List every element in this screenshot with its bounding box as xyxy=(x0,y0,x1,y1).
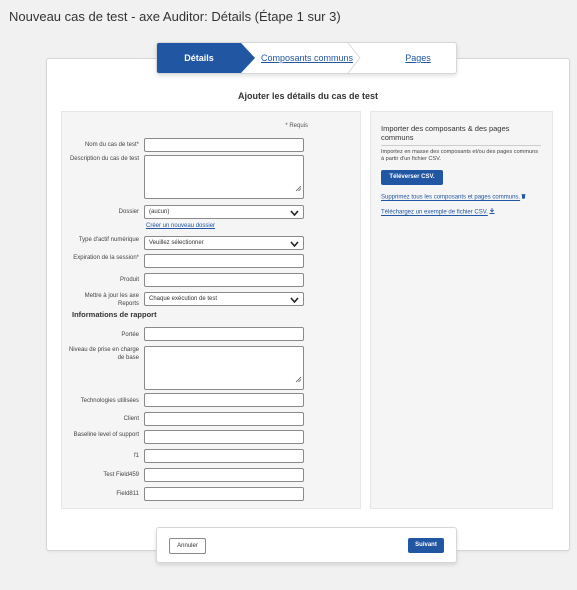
description-label: Description du cas de test xyxy=(69,156,139,162)
base-support-textarea[interactable] xyxy=(144,346,304,390)
download-sample-link-label: Téléchargez un exemple de fichier CSV. xyxy=(381,209,488,216)
product-label: Produit xyxy=(119,277,139,283)
technologies-input[interactable] xyxy=(144,393,304,407)
session-expiry-input[interactable] xyxy=(144,254,304,268)
baseline-label: Baseline level of support xyxy=(73,432,139,438)
folder-label: Dossier xyxy=(118,209,139,215)
description-textarea[interactable] xyxy=(144,155,304,199)
chevron-down-icon xyxy=(290,240,299,252)
import-title: Importer des composants & des pages comm… xyxy=(381,124,541,146)
resize-grip-icon[interactable] xyxy=(295,179,302,197)
next-button[interactable]: Suivant xyxy=(408,538,444,553)
delete-all-link[interactable]: Supprimez tous les composants et pages c… xyxy=(381,193,526,201)
technologies-label: Technologies utilisées xyxy=(80,398,139,404)
f1-input[interactable] xyxy=(144,449,304,463)
download-icon xyxy=(489,208,495,216)
scope-label: Portée xyxy=(121,332,139,338)
field811-label: Field811 xyxy=(116,491,139,497)
name-label: Nom du cas de test* xyxy=(84,142,139,148)
step-pages[interactable]: Pages xyxy=(387,43,449,73)
step-details[interactable]: Détails xyxy=(157,43,255,73)
step-common-components[interactable]: Composants communs xyxy=(255,43,359,73)
asset-type-select-value: Veuillez sélectionner xyxy=(149,240,204,246)
details-form-panel: * Requis Nom du cas de test* Description… xyxy=(61,111,361,509)
client-input[interactable] xyxy=(144,412,304,426)
upload-csv-button[interactable]: Téléverser CSV. xyxy=(381,170,443,185)
asset-type-label: Type d'actif numérique xyxy=(78,237,139,243)
chevron-down-icon xyxy=(290,296,299,308)
chevron-down-icon xyxy=(290,209,299,221)
test-case-name-input[interactable] xyxy=(144,138,304,152)
trash-icon xyxy=(521,193,526,201)
report-section-title: Informations de rapport xyxy=(72,310,157,319)
wizard-stepper: Détails Composants communs Pages xyxy=(156,42,457,74)
asset-type-select[interactable]: Veuillez sélectionner xyxy=(144,236,304,250)
reports-update-select[interactable]: Chaque exécution de test xyxy=(144,292,304,306)
baseline-input[interactable] xyxy=(144,430,304,444)
test-field459-input[interactable] xyxy=(144,468,304,482)
required-note: * Requis xyxy=(285,123,308,129)
f1-label: f1 xyxy=(133,453,139,459)
test-field459-label: Test Field459 xyxy=(103,472,139,478)
client-label: Client xyxy=(123,416,139,422)
scope-input[interactable] xyxy=(144,327,304,341)
form-heading: Ajouter les détails du cas de test xyxy=(237,91,379,101)
import-description: Importez en masse des composants et/ou d… xyxy=(381,149,539,162)
page-title: Nouveau cas de test - axe Auditor: Détai… xyxy=(9,9,341,24)
session-expiry-label: Expiration de la session* xyxy=(73,255,139,261)
base-support-label: Niveau de prise en charge de base xyxy=(68,347,139,361)
create-folder-link[interactable]: Créer un nouveau dossier xyxy=(146,223,215,229)
folder-select[interactable]: (aucun) xyxy=(144,205,304,219)
field811-input[interactable] xyxy=(144,487,304,501)
download-sample-link[interactable]: Téléchargez un exemple de fichier CSV. xyxy=(381,208,495,216)
resize-grip-icon[interactable] xyxy=(295,370,302,388)
wizard-footer: Annuler Suivant xyxy=(156,527,457,563)
folder-select-value: (aucun) xyxy=(149,209,170,215)
reports-update-label: Mettre à jour les axe Reports xyxy=(84,293,139,307)
import-panel: Importer des composants & des pages comm… xyxy=(370,111,553,509)
product-input[interactable] xyxy=(144,273,304,287)
reports-update-select-value: Chaque exécution de test xyxy=(149,296,218,302)
cancel-button[interactable]: Annuler xyxy=(169,538,206,554)
delete-all-link-label: Supprimez tous les composants et pages c… xyxy=(381,194,521,201)
